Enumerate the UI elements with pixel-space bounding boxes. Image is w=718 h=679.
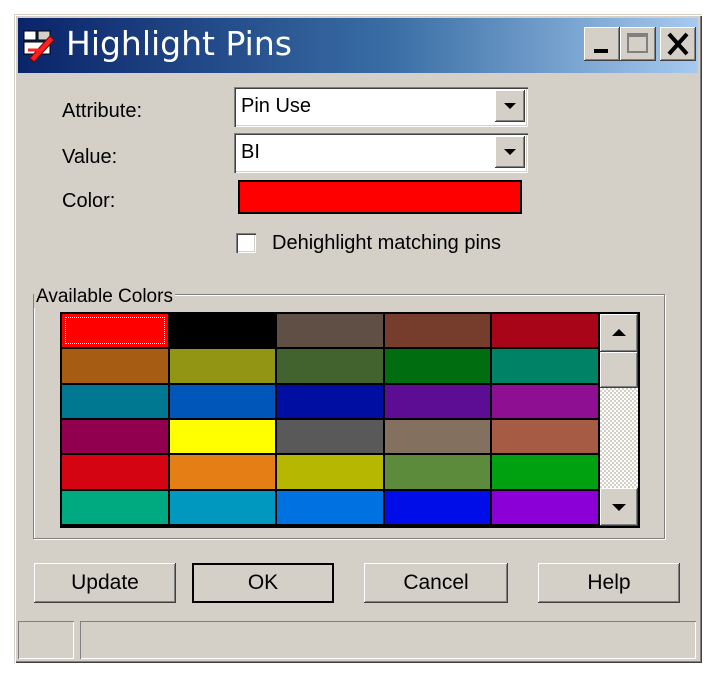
color-swatch[interactable] — [169, 384, 276, 418]
window-title: Highlight Pins — [66, 24, 292, 63]
status-pane-main — [80, 621, 696, 659]
attribute-dropdown[interactable]: Pin Use — [234, 87, 528, 127]
chevron-down-icon — [504, 103, 516, 109]
color-swatch[interactable] — [62, 419, 168, 454]
value-label: Value: — [62, 146, 118, 168]
scroll-up-button[interactable] — [600, 314, 638, 352]
color-swatch[interactable] — [492, 419, 598, 454]
color-palette — [60, 312, 640, 528]
color-swatch[interactable] — [62, 384, 168, 418]
color-swatch[interactable] — [492, 349, 598, 383]
maximize-button[interactable] — [620, 27, 656, 61]
color-swatch[interactable] — [277, 384, 383, 418]
close-icon — [667, 32, 689, 56]
color-swatch[interactable] — [62, 455, 168, 489]
color-swatch[interactable] — [277, 455, 383, 489]
chevron-down-icon — [504, 149, 516, 155]
status-pane-left — [18, 621, 74, 659]
color-label: Color: — [62, 190, 116, 212]
chevron-down-icon — [612, 504, 626, 511]
title-bar[interactable]: Highlight Pins — [18, 18, 698, 73]
value-dropdown[interactable]: BI — [234, 133, 528, 173]
color-swatch[interactable] — [62, 490, 168, 524]
color-swatch[interactable] — [492, 490, 598, 524]
attribute-selected-value: Pin Use — [241, 95, 312, 117]
color-swatch[interactable] — [384, 419, 491, 454]
close-button[interactable] — [660, 27, 696, 61]
color-swatch[interactable] — [169, 419, 276, 454]
color-swatch[interactable] — [62, 314, 168, 348]
available-colors-label: Available Colors — [34, 286, 175, 308]
color-swatch[interactable] — [384, 349, 491, 383]
color-swatch[interactable] — [384, 455, 491, 489]
value-dropdown-button[interactable] — [495, 136, 525, 168]
current-color-swatch[interactable] — [238, 180, 522, 214]
update-button[interactable]: Update — [34, 563, 176, 603]
scroll-down-button[interactable] — [600, 488, 638, 526]
color-swatch[interactable] — [277, 349, 383, 383]
color-swatch[interactable] — [169, 349, 276, 383]
minimize-button[interactable] — [584, 27, 620, 61]
help-button[interactable]: Help — [538, 563, 680, 603]
attribute-dropdown-button[interactable] — [495, 90, 525, 122]
color-swatch[interactable] — [169, 314, 276, 348]
highlight-pins-dialog: Highlight Pins Attribute: Pin Use Value:… — [14, 14, 702, 663]
scroll-thumb[interactable] — [600, 352, 638, 388]
color-swatch[interactable] — [169, 455, 276, 489]
attribute-label: Attribute: — [62, 100, 143, 122]
color-swatch[interactable] — [492, 455, 598, 489]
dehighlight-checkbox[interactable] — [236, 233, 256, 253]
color-swatch[interactable] — [384, 490, 491, 524]
color-swatch[interactable] — [169, 490, 276, 524]
palette-scrollbar[interactable] — [600, 314, 638, 526]
cancel-button[interactable]: Cancel — [364, 563, 508, 603]
color-swatch[interactable] — [277, 490, 383, 524]
color-swatch[interactable] — [384, 314, 491, 348]
dehighlight-label[interactable]: Dehighlight matching pins — [272, 232, 501, 255]
color-swatch[interactable] — [277, 419, 383, 454]
color-swatch[interactable] — [492, 384, 598, 418]
ok-button[interactable]: OK — [192, 563, 334, 603]
color-swatch[interactable] — [384, 384, 491, 418]
color-swatch[interactable] — [492, 314, 598, 348]
value-selected-value: BI — [241, 141, 260, 163]
minimize-icon — [594, 49, 608, 53]
color-swatch[interactable] — [277, 314, 383, 348]
highlight-pins-app-icon[interactable] — [22, 28, 58, 64]
chevron-up-icon — [612, 329, 626, 336]
maximize-icon — [627, 33, 648, 53]
color-swatch[interactable] — [62, 349, 168, 383]
